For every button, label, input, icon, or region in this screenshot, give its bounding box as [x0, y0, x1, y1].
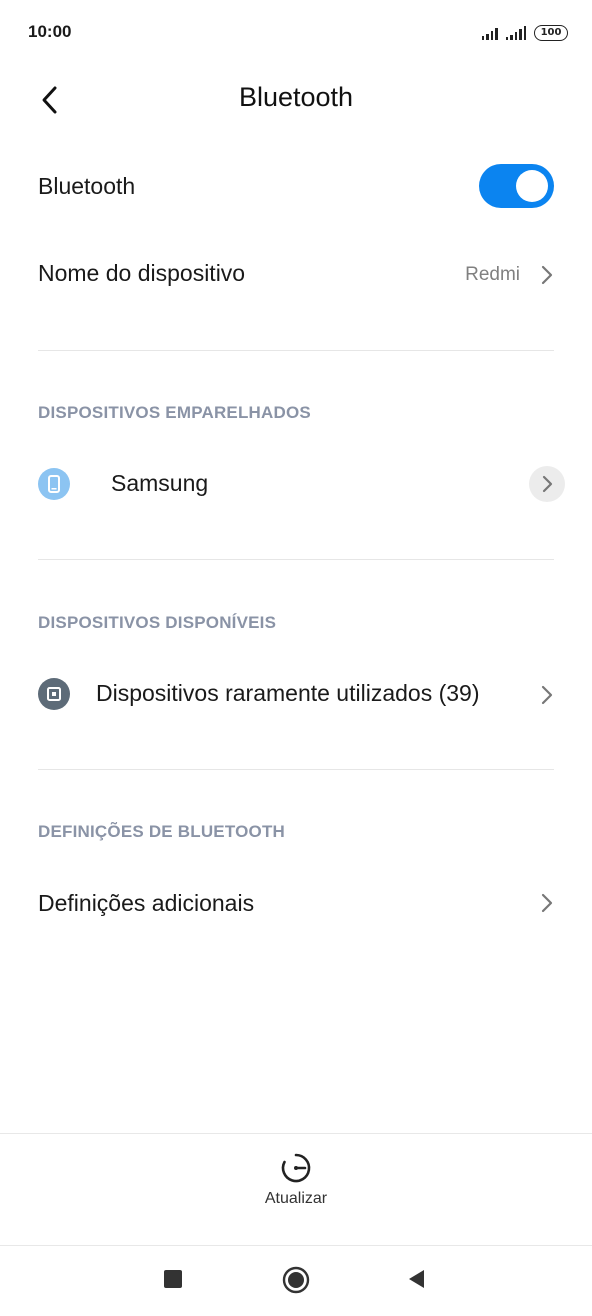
- bluetooth-toggle[interactable]: [479, 164, 554, 208]
- chevron-right-icon: [542, 475, 553, 493]
- back-icon: [409, 1270, 424, 1288]
- paired-section-header: DISPOSITIVOS EMPARELHADOS: [38, 403, 311, 422]
- chevron-right-icon: [537, 890, 557, 916]
- status-icons: 100: [481, 25, 568, 41]
- phone-icon: [38, 468, 70, 500]
- bluetooth-label: Bluetooth: [38, 173, 136, 199]
- refresh-icon: [281, 1153, 311, 1183]
- rarely-used-devices-label: Dispositivos raramente utilizados (39): [96, 680, 480, 706]
- status-time: 10:00: [28, 22, 72, 41]
- nav-back-button[interactable]: [400, 1262, 434, 1296]
- toggle-knob: [516, 170, 548, 202]
- device-details-button[interactable]: [529, 466, 565, 502]
- recents-icon: [164, 1270, 182, 1288]
- recents-button[interactable]: [156, 1262, 190, 1296]
- paired-device-samsung[interactable]: Samsung: [0, 450, 592, 520]
- paired-device-name: Samsung: [111, 470, 209, 496]
- signal-icon: [505, 26, 526, 40]
- divider: [38, 559, 554, 560]
- home-button[interactable]: [278, 1262, 314, 1298]
- settings-section-header: DEFINIÇÕES DE BLUETOOTH: [38, 822, 286, 841]
- battery-icon: 100: [534, 25, 568, 41]
- divider: [38, 350, 554, 351]
- signal-icon: [481, 26, 498, 40]
- device-icon: [38, 678, 70, 710]
- chevron-right-icon: [537, 262, 557, 288]
- additional-settings-label: Definições adicionais: [38, 890, 255, 916]
- refresh-label: Atualizar: [264, 1190, 328, 1207]
- divider: [38, 769, 554, 770]
- available-section-header: DISPOSITIVOS DISPONÍVEIS: [38, 613, 277, 632]
- device-name-row[interactable]: Nome do dispositivo Redmi: [0, 240, 592, 310]
- device-name-value: Redmi: [465, 264, 520, 285]
- refresh-button[interactable]: Atualizar: [246, 1152, 346, 1208]
- bottom-bar-divider: [0, 1133, 592, 1134]
- chevron-right-icon: [537, 682, 557, 708]
- home-icon: [282, 1266, 310, 1294]
- page-title: Bluetooth: [238, 82, 354, 112]
- nav-bar-divider: [0, 1245, 592, 1246]
- device-name-label: Nome do dispositivo: [38, 260, 246, 286]
- rarely-used-devices-row[interactable]: Dispositivos raramente utilizados (39): [0, 660, 592, 730]
- additional-settings-row[interactable]: Definições adicionais: [0, 868, 592, 938]
